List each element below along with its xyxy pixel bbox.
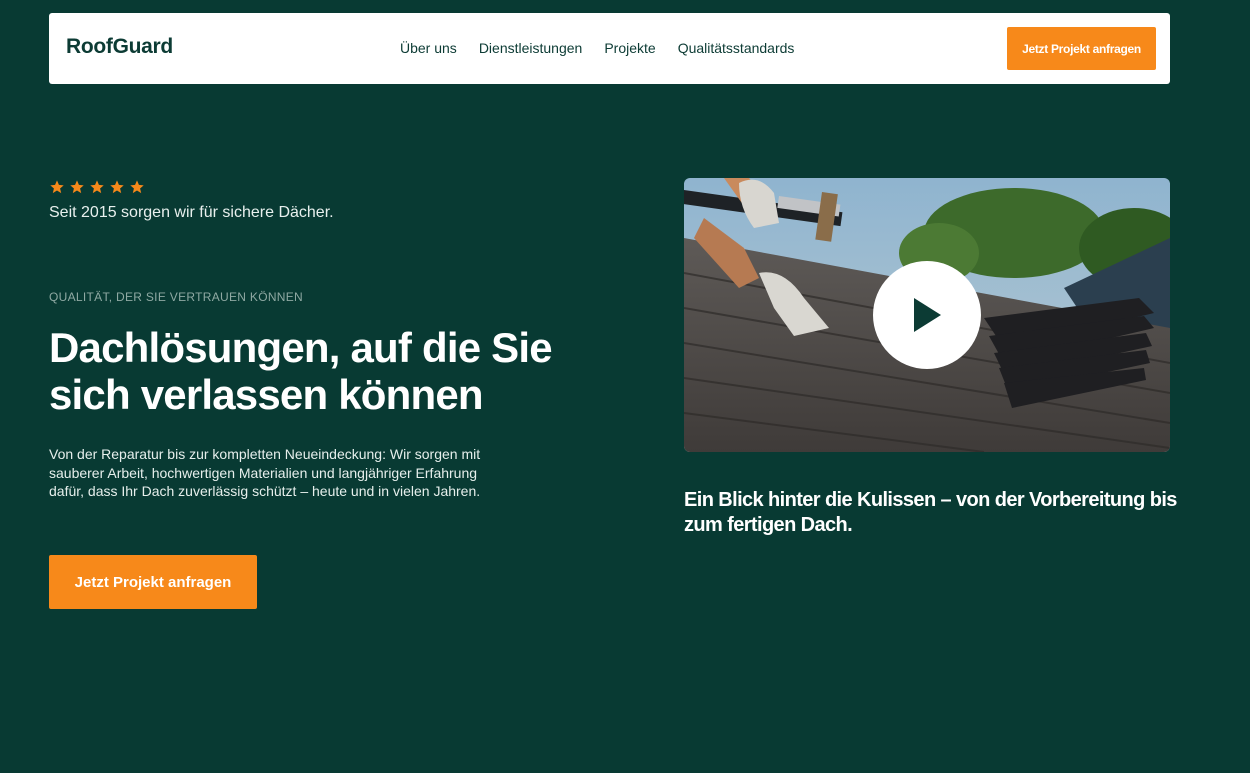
hero-eyebrow: QUALITÄT, DER SIE VERTRAUEN KÖNNEN (49, 290, 304, 304)
play-button[interactable] (873, 261, 981, 369)
nav-link-projects[interactable]: Projekte (604, 40, 655, 56)
nav-link-quality[interactable]: Qualitätsstandards (678, 40, 795, 56)
star-icon (130, 180, 144, 194)
main-nav: Über uns Dienstleistungen Projekte Quali… (400, 40, 794, 56)
hero-description: Von der Reparatur bis zur kompletten Neu… (49, 446, 481, 499)
rating-stars (49, 179, 145, 195)
brand-logo[interactable]: RoofGuard (66, 35, 173, 59)
since-text: Seit 2015 sorgen wir für sichere Dächer. (49, 204, 334, 221)
star-icon (90, 180, 104, 194)
star-icon (110, 180, 124, 194)
play-icon (914, 298, 941, 332)
nav-link-services[interactable]: Dienstleistungen (479, 40, 583, 56)
star-icon (70, 180, 84, 194)
top-navbar: RoofGuard Über uns Dienstleistungen Proj… (49, 13, 1170, 84)
hero-headline: Dachlösungen, auf die Sie sich verlassen… (49, 324, 553, 418)
nav-request-project-button[interactable]: Jetzt Projekt anfragen (1007, 27, 1156, 70)
video-player[interactable] (684, 178, 1170, 452)
hero-request-project-button[interactable]: Jetzt Projekt anfragen (49, 555, 257, 609)
star-icon (50, 180, 64, 194)
nav-link-about[interactable]: Über uns (400, 40, 457, 56)
video-caption: Ein Blick hinter die Kulissen – von der … (684, 489, 1177, 536)
